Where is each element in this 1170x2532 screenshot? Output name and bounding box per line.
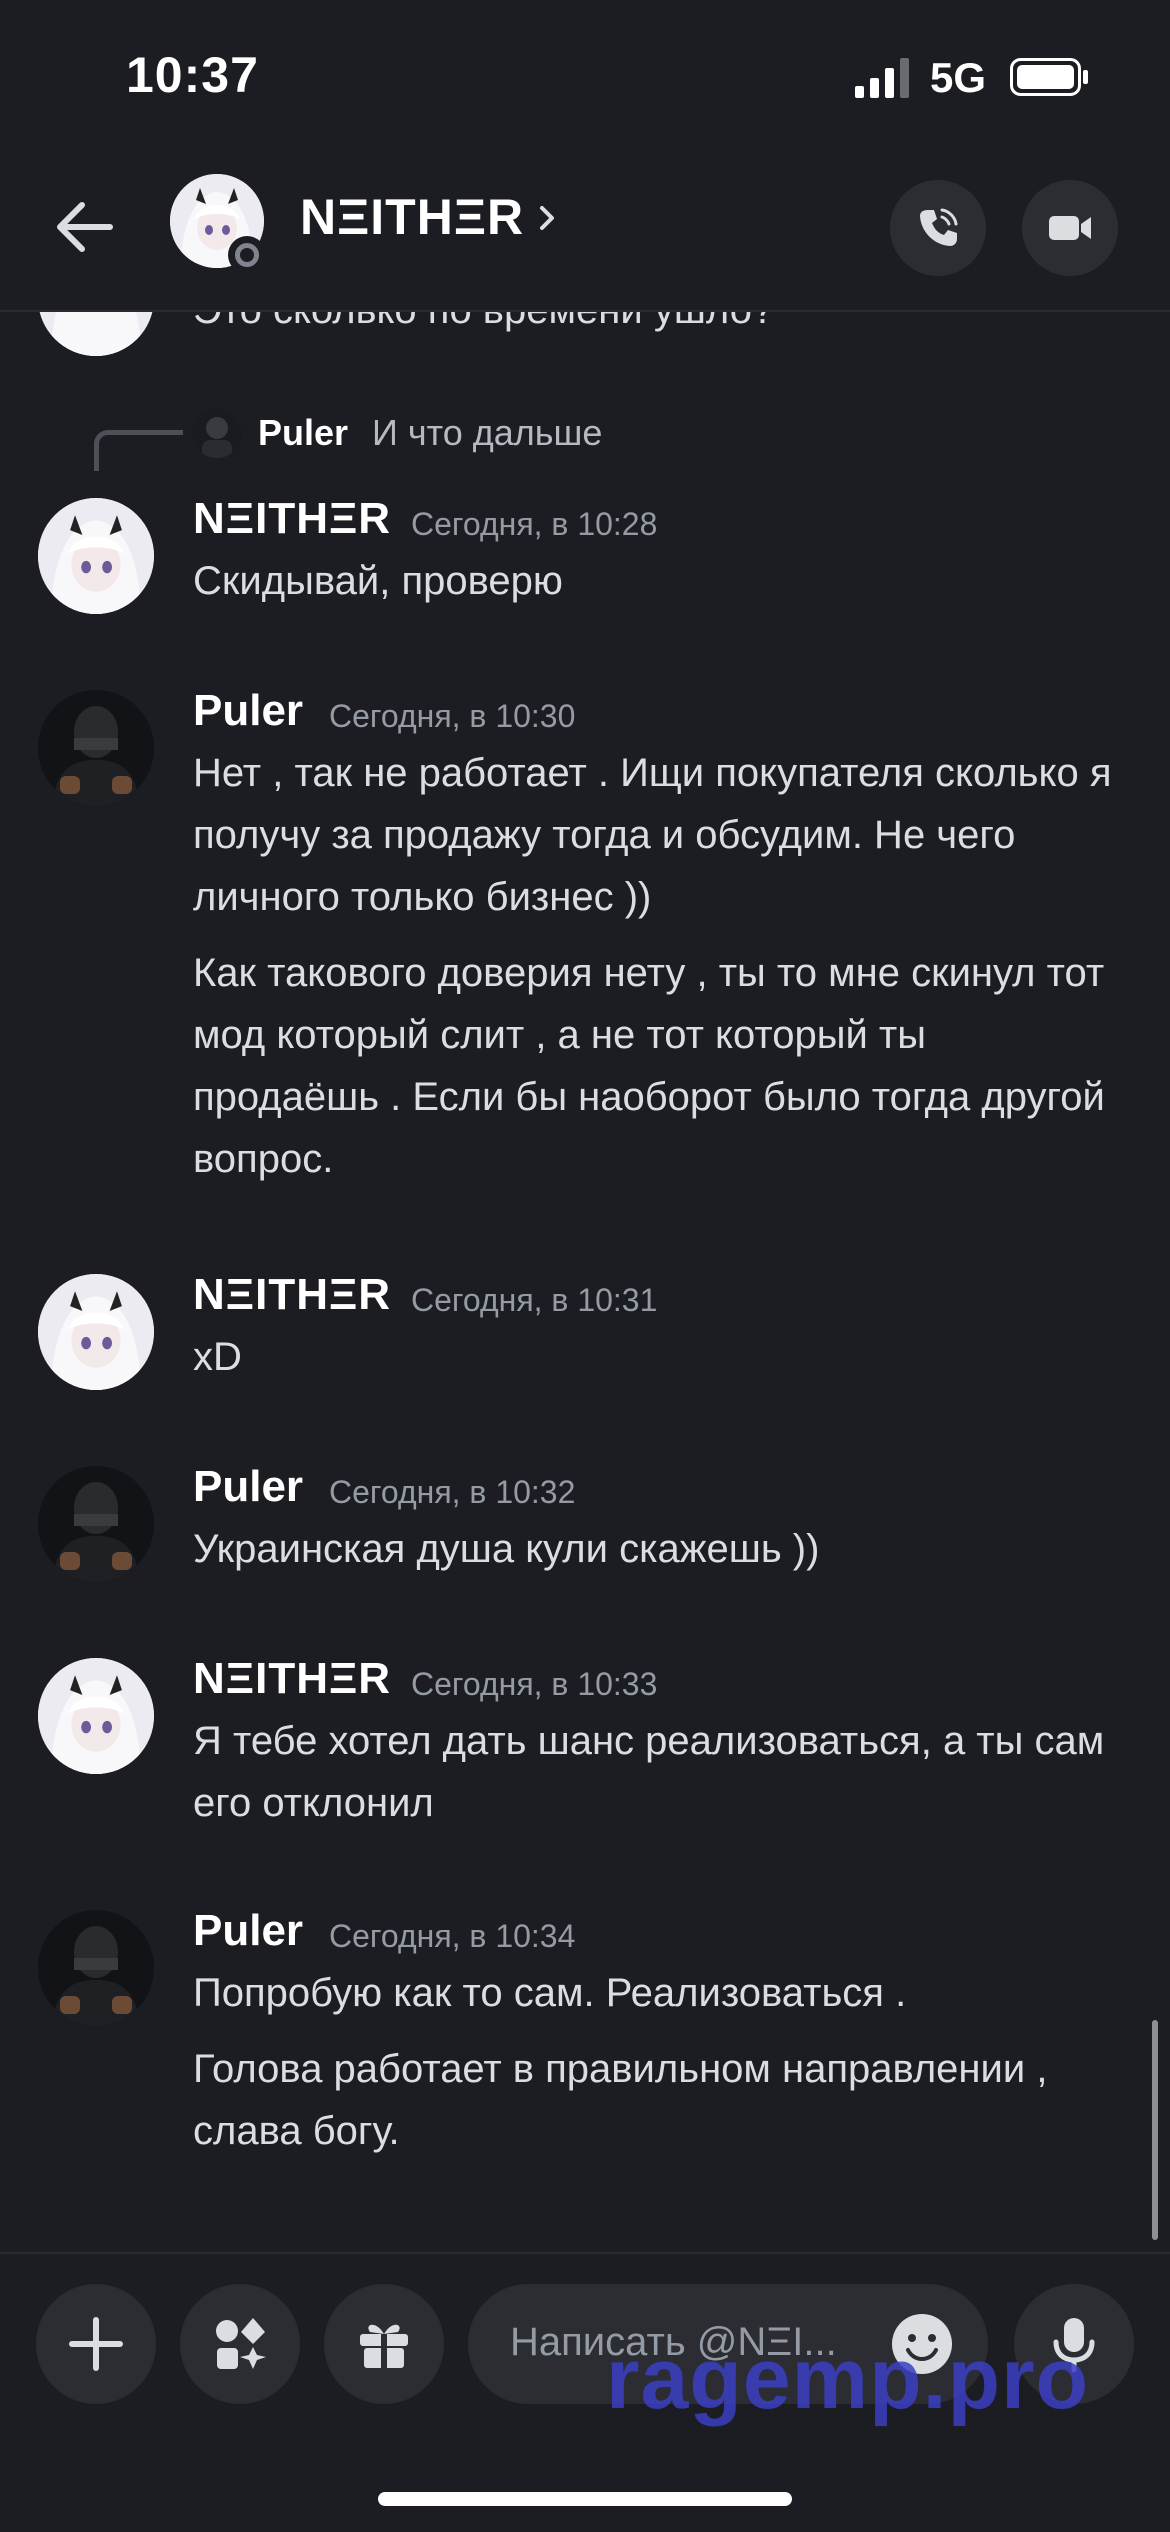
message-text: Попробую как то сам. Реализоваться . Гол… <box>193 1962 1123 2162</box>
message-author[interactable]: NΞITHΞR <box>193 494 391 544</box>
message-text: Я тебе хотел дать шанс реализоваться, а … <box>193 1719 1105 1825</box>
message-list[interactable]: Это сколько по времени ушло? Puler И что… <box>0 312 1170 2252</box>
message-timestamp: Сегодня, в 10:33 <box>411 1666 658 1702</box>
message-paragraph: Как такового доверия нету , ты то мне ск… <box>193 951 1105 1181</box>
message-author[interactable]: Puler <box>193 1906 303 1956</box>
reply-snippet[interactable]: И что дальше <box>372 412 602 454</box>
message-author[interactable]: NΞITHΞR <box>193 1270 391 1320</box>
avatar[interactable] <box>38 690 154 806</box>
message-text: Нет , так не работает . Ищи покупателя с… <box>193 742 1123 1190</box>
avatar[interactable] <box>38 498 154 614</box>
battery-icon <box>1010 58 1088 96</box>
message-text: Это сколько по времени ушло? <box>193 312 774 333</box>
watermark-text: ragemp.pro <box>606 2331 1090 2427</box>
video-camera-icon <box>1049 216 1091 240</box>
avatar[interactable] <box>38 1274 154 1390</box>
chat-screen: 10:37 5G NΞITHΞR Puler И что дальше NΞIT… <box>0 0 1170 2532</box>
plus-icon <box>69 2317 123 2371</box>
message-author[interactable]: Puler <box>193 1462 303 1512</box>
message-timestamp: Сегодня, в 10:31 <box>411 1282 658 1318</box>
reply-author[interactable]: Puler <box>258 412 348 454</box>
status-bar: 10:37 5G <box>0 0 1170 150</box>
avatar[interactable] <box>38 312 154 356</box>
network-type: 5G <box>930 54 987 101</box>
message-author[interactable]: Puler <box>193 686 303 736</box>
back-arrow-icon[interactable] <box>50 192 120 262</box>
video-call-button[interactable] <box>1022 180 1118 276</box>
message-text: Скидывай, проверю <box>193 559 563 603</box>
signal-icon <box>855 58 909 98</box>
offline-status-icon <box>228 236 266 274</box>
header-username[interactable]: NΞITHΞR <box>300 188 524 246</box>
message-text: xD <box>193 1335 242 1379</box>
message-timestamp: Сегодня, в 10:30 <box>329 698 576 734</box>
gift-icon <box>360 2324 408 2368</box>
message-author[interactable]: NΞITHΞR <box>193 1654 391 1704</box>
message-timestamp: Сегодня, в 10:32 <box>329 1474 576 1510</box>
message-paragraph: Голова работает в правильном направлении… <box>193 2047 1048 2153</box>
chat-header: NΞITHΞR <box>0 150 1170 312</box>
phone-icon <box>920 208 958 246</box>
attach-button[interactable] <box>36 2284 156 2404</box>
message-timestamp: Сегодня, в 10:34 <box>329 1918 576 1954</box>
gift-button[interactable] <box>324 2284 444 2404</box>
message-paragraph: Попробую как то сам. Реализоваться . <box>193 1971 907 2015</box>
scrollbar[interactable] <box>1152 2020 1158 2240</box>
chevron-right-icon[interactable] <box>536 198 560 238</box>
avatar[interactable] <box>38 1910 154 2026</box>
home-indicator[interactable] <box>378 2492 792 2506</box>
avatar[interactable] <box>38 1466 154 1582</box>
reply-avatar <box>192 408 242 458</box>
avatar[interactable] <box>38 1658 154 1774</box>
status-time: 10:37 <box>126 47 259 103</box>
voice-call-button[interactable] <box>890 180 986 276</box>
apps-button[interactable] <box>180 2284 300 2404</box>
message-text: Украинская душа кули скажешь )) <box>193 1527 820 1571</box>
message-timestamp: Сегодня, в 10:28 <box>411 506 658 542</box>
reply-connector <box>94 430 183 471</box>
apps-icon <box>216 2318 266 2369</box>
message-paragraph: Нет , так не работает . Ищи покупателя с… <box>193 751 1112 919</box>
